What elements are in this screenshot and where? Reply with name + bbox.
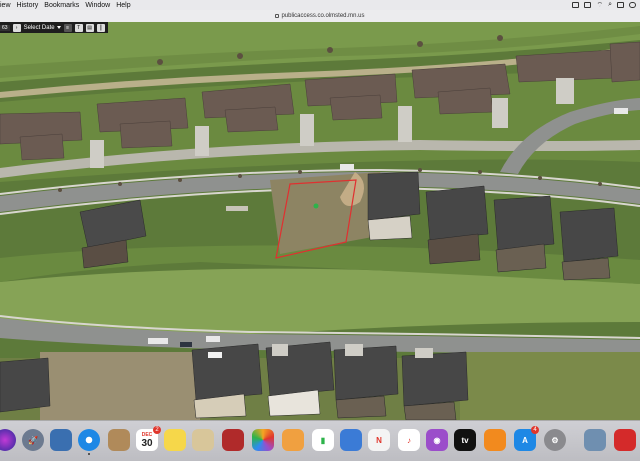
photo-booth-icon[interactable] bbox=[222, 429, 244, 451]
podcasts-icon[interactable]: ◉ bbox=[426, 429, 448, 451]
stickies-icon[interactable] bbox=[164, 429, 186, 451]
safari-icon[interactable] bbox=[78, 429, 100, 455]
apple-tv-icon[interactable]: tv bbox=[454, 429, 476, 451]
select-date-label: Select Date bbox=[23, 24, 55, 31]
address-bar[interactable]: publicaccess.co.olmsted.mn.us bbox=[260, 11, 380, 20]
battery-icon[interactable] bbox=[584, 2, 592, 8]
aerial-photo[interactable] bbox=[0, 22, 640, 420]
screen-icon[interactable] bbox=[572, 2, 580, 8]
photos-icon[interactable] bbox=[252, 429, 274, 451]
split-view-icon[interactable]: ║ bbox=[96, 23, 105, 32]
system-preferences-icon[interactable]: ⚙ bbox=[544, 429, 566, 451]
menu-view[interactable]: iew bbox=[0, 2, 11, 9]
books-icon[interactable] bbox=[484, 429, 506, 451]
select-date-dropdown[interactable]: Select Date bbox=[24, 25, 61, 31]
siri-menu-icon[interactable] bbox=[629, 2, 636, 8]
acrobat-icon[interactable] bbox=[614, 429, 636, 451]
spotlight-icon[interactable]: ⌕ bbox=[608, 1, 612, 9]
next-arrow-button[interactable]: › bbox=[12, 23, 21, 32]
preview-icon[interactable] bbox=[50, 429, 72, 451]
control-center-icon[interactable] bbox=[617, 2, 624, 8]
launchpad-icon[interactable]: 🚀 bbox=[22, 429, 44, 451]
tool-number: 63 bbox=[0, 24, 10, 31]
lock-icon bbox=[275, 13, 280, 18]
preview-viewer-icon[interactable] bbox=[584, 429, 606, 451]
menu-bar: iew History Bookmarks Window Help ⌔ ⌕ bbox=[0, 0, 640, 10]
calendar-badge: 2 bbox=[153, 426, 161, 434]
notes-icon[interactable] bbox=[108, 429, 130, 451]
music-icon[interactable]: ♪ bbox=[398, 429, 420, 451]
wifi-icon[interactable]: ⌔ bbox=[596, 1, 603, 10]
menu-window[interactable]: Window bbox=[85, 2, 110, 9]
location-marker[interactable] bbox=[313, 203, 319, 209]
text-tool-icon[interactable]: T bbox=[74, 23, 83, 32]
app-store-badge: 4 bbox=[531, 426, 539, 434]
files-icon[interactable] bbox=[192, 429, 214, 451]
siri-icon[interactable] bbox=[0, 429, 16, 451]
chevron-down-icon bbox=[56, 26, 61, 29]
app-store-icon[interactable]: A 4 bbox=[514, 426, 539, 451]
menu-bookmarks[interactable]: Bookmarks bbox=[44, 2, 79, 9]
aerial-map[interactable] bbox=[0, 22, 640, 420]
url-text: publicaccess.co.olmsted.mn.us bbox=[281, 12, 365, 19]
menu-history[interactable]: History bbox=[17, 2, 39, 9]
menu-help[interactable]: Help bbox=[116, 2, 130, 9]
dock: 🚀 DEC 30 2 ▮ N ♪ ◉ tv A 4 ⚙ bbox=[0, 420, 640, 461]
calendar-day: 30 bbox=[141, 437, 153, 449]
numbers-icon[interactable]: ▮ bbox=[312, 429, 334, 451]
status-area: ⌔ ⌕ bbox=[572, 0, 636, 10]
map-toolbar: 63 › Select Date ≡ T ▤ ║ bbox=[0, 22, 108, 33]
calendar-icon[interactable]: DEC 30 2 bbox=[136, 426, 161, 451]
pages-icon[interactable] bbox=[340, 429, 362, 451]
layers-icon[interactable]: ≡ bbox=[63, 23, 72, 32]
print-icon[interactable]: ▤ bbox=[85, 23, 94, 32]
keynote-icon[interactable] bbox=[282, 429, 304, 451]
news-icon[interactable]: N bbox=[368, 429, 390, 451]
